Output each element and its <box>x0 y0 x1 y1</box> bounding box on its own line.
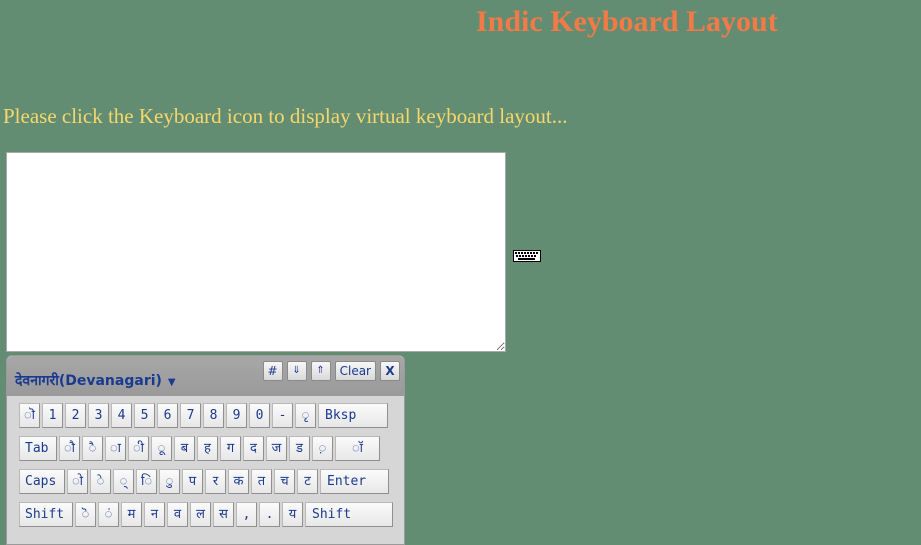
virtual-keyboard-header: देवनागरी(Devanagari) ▼ # ⇓ ⇑ Clear X <box>7 356 404 396</box>
key[interactable]: ॉ <box>335 436 380 461</box>
virtual-keyboard: देवनागरी(Devanagari) ▼ # ⇓ ⇑ Clear X ॊ 1 … <box>6 355 405 545</box>
key[interactable]: ी <box>128 436 149 461</box>
page-title: Indic Keyboard Layout <box>476 5 778 38</box>
key[interactable]: ग <box>220 436 241 461</box>
right-shift-key[interactable]: Shift <box>305 502 393 527</box>
numpad-toggle-button[interactable]: # <box>262 361 283 381</box>
key[interactable]: 3 <box>88 403 109 428</box>
key[interactable]: ह <box>197 436 218 461</box>
key-row-2: Tab ौ ै ा ी ू ब ह ग द ज ड ़ ॉ <box>19 436 395 461</box>
intro-text: Please click the Keyboard icon to displa… <box>3 104 568 128</box>
text-editor[interactable] <box>6 152 506 352</box>
key[interactable]: च <box>274 469 295 494</box>
key-row-4: Shift ॆ ं म न व ल स , . य Shift <box>19 502 395 527</box>
tab-key[interactable]: Tab <box>19 436 57 461</box>
language-selector[interactable]: देवनागरी(Devanagari) ▼ <box>15 371 176 390</box>
key[interactable]: ौ <box>59 436 80 461</box>
key[interactable]: ट <box>297 469 318 494</box>
key[interactable]: ृ <box>295 403 316 428</box>
key[interactable]: ू <box>151 436 172 461</box>
key[interactable]: ि <box>136 469 157 494</box>
key[interactable]: 4 <box>111 403 132 428</box>
key[interactable]: 7 <box>180 403 201 428</box>
key-row-3: Caps ो े ् ि ु प र क त च ट Enter <box>19 469 395 494</box>
key[interactable]: ु <box>159 469 180 494</box>
close-button[interactable]: X <box>380 361 400 381</box>
key[interactable]: र <box>205 469 226 494</box>
backspace-key[interactable]: Bksp <box>318 403 388 428</box>
key[interactable]: ं <box>98 502 119 527</box>
key[interactable]: 8 <box>203 403 224 428</box>
move-up-button[interactable]: ⇑ <box>310 361 331 381</box>
key[interactable]: व <box>167 502 188 527</box>
key[interactable]: ब <box>174 436 195 461</box>
key[interactable]: 2 <box>65 403 86 428</box>
key[interactable]: ॆ <box>75 502 96 527</box>
left-shift-key[interactable]: Shift <box>19 502 73 527</box>
key[interactable]: 9 <box>226 403 247 428</box>
key-rows: ॊ 1 2 3 4 5 6 7 8 9 0 - ृ Bksp Tab ौ ै ा… <box>19 403 395 535</box>
key[interactable]: त <box>251 469 272 494</box>
key[interactable]: प <box>182 469 203 494</box>
key[interactable]: 5 <box>134 403 155 428</box>
key[interactable]: , <box>236 502 257 527</box>
key[interactable]: क <box>228 469 249 494</box>
key[interactable]: स <box>213 502 234 527</box>
key[interactable]: म <box>121 502 142 527</box>
key[interactable]: ड <box>289 436 310 461</box>
key[interactable]: - <box>272 403 293 428</box>
key[interactable]: ल <box>190 502 211 527</box>
key[interactable]: द <box>243 436 264 461</box>
key[interactable]: ॊ <box>19 403 40 428</box>
key[interactable]: ़ <box>312 436 333 461</box>
key[interactable]: य <box>282 502 303 527</box>
clear-button[interactable]: Clear <box>334 361 376 381</box>
key[interactable]: ा <box>105 436 126 461</box>
key[interactable]: न <box>144 502 165 527</box>
key[interactable]: . <box>259 502 280 527</box>
move-down-button[interactable]: ⇓ <box>286 361 307 381</box>
caps-lock-key[interactable]: Caps <box>19 469 65 494</box>
key[interactable]: ् <box>113 469 134 494</box>
key-row-1: ॊ 1 2 3 4 5 6 7 8 9 0 - ृ Bksp <box>19 403 395 428</box>
key[interactable]: 1 <box>42 403 63 428</box>
key[interactable]: े <box>90 469 111 494</box>
key[interactable]: 6 <box>157 403 178 428</box>
key[interactable]: ो <box>67 469 88 494</box>
language-label: देवनागरी(Devanagari) <box>15 373 162 389</box>
enter-key[interactable]: Enter <box>320 469 389 494</box>
keyboard-icon[interactable] <box>513 247 541 262</box>
dropdown-arrow-icon: ▼ <box>167 377 176 388</box>
key[interactable]: 0 <box>249 403 270 428</box>
key[interactable]: ज <box>266 436 287 461</box>
key[interactable]: ै <box>82 436 103 461</box>
